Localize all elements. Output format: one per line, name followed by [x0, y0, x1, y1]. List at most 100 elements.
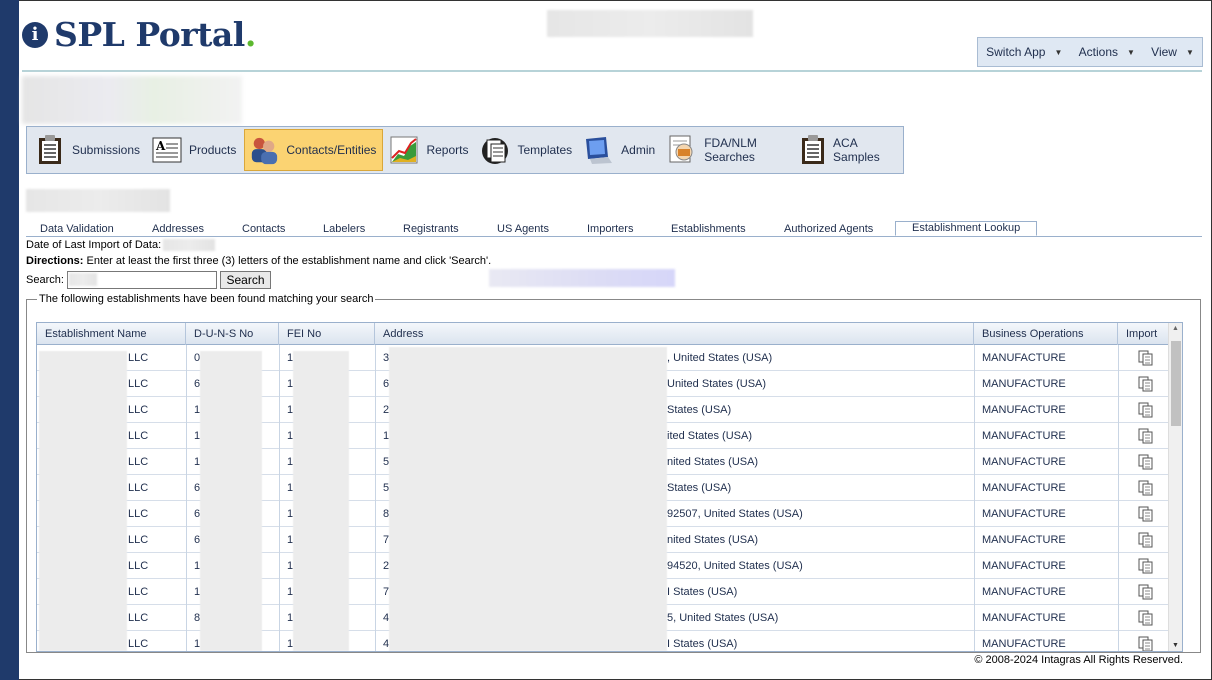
col-establishment-name[interactable]: Establishment Name — [37, 323, 186, 345]
directions-body: Enter at least the first three (3) lette… — [83, 255, 492, 267]
cell-addr-end: nited States (USA) — [667, 456, 759, 468]
caret-down-icon: ▼ — [1185, 47, 1194, 57]
cell-name: LLC — [128, 534, 149, 546]
import-copy-icon[interactable] — [1138, 345, 1154, 371]
clipboard-icon — [801, 135, 826, 165]
app-menu-bar: Switch App ▼ Actions ▼ View ▼ — [977, 37, 1203, 67]
scroll-down-arrow-icon[interactable]: ▼ — [1172, 642, 1179, 649]
logo-text: SPL Portal — [54, 15, 245, 54]
import-copy-icon[interactable] — [1138, 449, 1154, 475]
cell-addr-end: ited States (USA) — [667, 430, 752, 442]
col-address[interactable]: Address — [375, 323, 974, 345]
tab-registrants[interactable]: Registrants — [403, 223, 459, 235]
switch-app-menu[interactable]: Switch App ▼ — [986, 45, 1062, 59]
main-nav: Submissions A Products Contacts/Entities… — [26, 126, 904, 174]
nav-submissions[interactable]: Submissions — [31, 129, 146, 171]
import-copy-icon[interactable] — [1138, 371, 1154, 397]
nav-label: Products — [189, 143, 237, 157]
caret-down-icon: ▼ — [1054, 47, 1063, 57]
tab-addresses[interactable]: Addresses — [152, 223, 204, 235]
chart-icon — [389, 135, 419, 165]
col-duns[interactable]: D-U-N-S No — [186, 323, 279, 345]
pages-icon — [480, 135, 510, 165]
page-content: i SPL Portal. Switch App ▼ Actions ▼ View ▼… — [19, 0, 1212, 680]
cell-name: LLC — [128, 404, 149, 416]
cell-name: LLC — [128, 378, 149, 390]
cell-ops: MANUFACTURE — [982, 560, 1066, 572]
cell-name: LLC — [128, 352, 149, 364]
actions-menu[interactable]: Actions ▼ — [1079, 45, 1135, 59]
cell-ops: MANUFACTURE — [982, 638, 1066, 650]
nav-aca-samples[interactable]: ACA Samples — [797, 129, 901, 171]
cell-addr-end: 92507, United States (USA) — [667, 508, 803, 520]
redacted-section-title — [26, 189, 170, 212]
import-copy-icon[interactable] — [1138, 579, 1154, 605]
import-copy-icon[interactable] — [1138, 475, 1154, 501]
cell-addr-end: nited States (USA) — [667, 534, 759, 546]
import-copy-icon[interactable] — [1138, 423, 1154, 449]
import-copy-icon[interactable] — [1138, 605, 1154, 631]
tab-establishments[interactable]: Establishments — [671, 223, 746, 235]
header-divider — [22, 70, 1202, 72]
cell-ops: MANUFACTURE — [982, 378, 1066, 390]
cell-name: LLC — [128, 638, 149, 650]
establishments-grid: Establishment Name D-U-N-S No FEI No Add… — [36, 322, 1183, 652]
nav-label: Contacts/Entities — [286, 143, 377, 157]
nav-label: ACA Samples — [833, 136, 880, 164]
redacted-user-info — [22, 76, 242, 124]
cell-ops: MANUFACTURE — [982, 456, 1066, 468]
tab-importers[interactable]: Importers — [587, 223, 633, 235]
tab-data-validation[interactable]: Data Validation — [40, 223, 114, 235]
column-divider — [186, 345, 187, 651]
scroll-up-arrow-icon[interactable]: ▲ — [1172, 325, 1179, 332]
nav-contacts-entities[interactable]: Contacts/Entities — [244, 129, 384, 171]
redacted-duns-column — [200, 351, 262, 651]
redacted-address-column — [389, 347, 667, 651]
tab-establishment-lookup[interactable]: Establishment Lookup — [895, 221, 1038, 236]
spl-portal-logo[interactable]: i SPL Portal. — [22, 15, 256, 54]
entity-tabs: Data Validation Addresses Contacts Label… — [26, 221, 1202, 237]
nav-label: Reports — [426, 143, 469, 157]
tab-authorized-agents[interactable]: Authorized Agents — [784, 223, 873, 235]
cell-ops: MANUFACTURE — [982, 352, 1066, 364]
cell-name: LLC — [128, 456, 149, 468]
directions-label: Directions: — [26, 255, 84, 267]
nav-label: Admin — [621, 143, 656, 157]
app-frame: i SPL Portal. Switch App ▼ Actions ▼ View ▼… — [10, 0, 1212, 680]
nav-templates[interactable]: Templates — [476, 129, 578, 171]
cell-addr-end: States (USA) — [667, 404, 732, 416]
grid-scrollbar[interactable]: ▲ ▼ — [1168, 323, 1182, 651]
nav-fda-nlm-searches[interactable]: FDA/NLM Searches — [663, 129, 795, 171]
import-copy-icon[interactable] — [1138, 501, 1154, 527]
nav-products[interactable]: A Products — [148, 129, 242, 171]
import-copy-icon[interactable] — [1138, 631, 1154, 651]
svg-text:A: A — [155, 139, 166, 153]
tab-contacts[interactable]: Contacts — [242, 223, 285, 235]
view-menu[interactable]: View ▼ — [1151, 45, 1194, 59]
nav-admin[interactable]: Admin — [580, 129, 661, 171]
import-copy-icon[interactable] — [1138, 553, 1154, 579]
menu-label: Switch App — [986, 45, 1046, 59]
col-fei[interactable]: FEI No — [279, 323, 375, 345]
last-import-label: Date of Last Import of Data: — [26, 239, 162, 251]
import-copy-icon[interactable] — [1138, 397, 1154, 423]
cell-addr-end: , United States (USA) — [667, 352, 773, 364]
cell-ops: MANUFACTURE — [982, 430, 1066, 442]
nav-reports[interactable]: Reports — [385, 129, 474, 171]
cell-ops: MANUFACTURE — [982, 534, 1066, 546]
scrollbar-thumb[interactable] — [1171, 341, 1181, 426]
cell-ops: MANUFACTURE — [982, 612, 1066, 624]
cell-addr-end: 94520, United States (USA) — [667, 560, 803, 572]
search-doc-icon — [667, 135, 697, 165]
search-button[interactable]: Search — [220, 271, 271, 289]
redacted-header-text — [547, 10, 753, 37]
search-label: Search: — [26, 274, 64, 286]
tab-us-agents[interactable]: US Agents — [497, 223, 549, 235]
col-business-operations[interactable]: Business Operations — [974, 323, 1118, 345]
column-divider — [974, 345, 975, 651]
tab-labelers[interactable]: Labelers — [323, 223, 365, 235]
cell-addr-end: States (USA) — [667, 482, 732, 494]
import-copy-icon[interactable] — [1138, 527, 1154, 553]
menu-label: Actions — [1078, 45, 1118, 59]
monitor-icon — [584, 135, 614, 165]
